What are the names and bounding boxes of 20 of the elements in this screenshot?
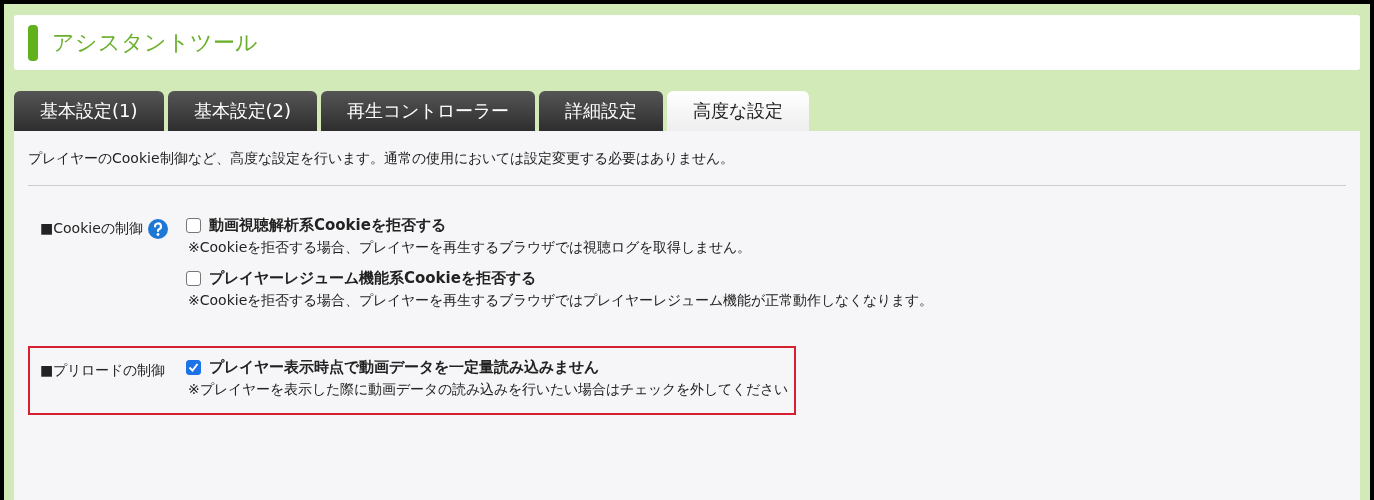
group-label: ■Cookieの制御 bbox=[40, 220, 143, 238]
checkbox[interactable] bbox=[186, 360, 201, 375]
tab[interactable]: 再生コントローラー bbox=[321, 91, 535, 131]
checkbox-label[interactable]: プレイヤーレジューム機能系Cookieを拒否する bbox=[209, 269, 536, 288]
note-text: ※プレイヤーを表示した際に動画データの読み込みを行いたい場合はチェックを外してください bbox=[188, 381, 788, 399]
note-text: ※Cookieを拒否する場合、プレイヤーを再生するブラウザではプレイヤーレジューム機能が正常動作しなくなります。 bbox=[188, 292, 934, 310]
description-text: プレイヤーのCookie制御など、高度な設定を行います。通常の使用においては設定変更する必要はありません。 bbox=[28, 149, 735, 168]
accent-bar bbox=[28, 24, 38, 61]
help-icon[interactable] bbox=[146, 218, 169, 240]
checkbox-label[interactable]: プレイヤー表示時点で動画データを一定量読み込みません bbox=[209, 358, 599, 377]
group-label: ■プリロードの制御 bbox=[40, 362, 166, 380]
note-text: ※Cookieを拒否する場合、プレイヤーを再生するブラウザでは視聴ログを取得しません。 bbox=[188, 239, 753, 257]
checkbox-label[interactable]: 動画視聴解析系Cookieを拒否する bbox=[209, 216, 446, 235]
checkbox[interactable] bbox=[186, 218, 201, 233]
checkbox[interactable] bbox=[186, 271, 201, 286]
tab[interactable]: 高度な設定 bbox=[667, 91, 809, 131]
tab[interactable]: 基本設定(2) bbox=[167, 91, 317, 131]
page-title: アシスタントツール bbox=[52, 28, 258, 57]
tab[interactable]: 詳細設定 bbox=[539, 91, 663, 131]
tab[interactable]: 基本設定(1) bbox=[14, 91, 164, 131]
